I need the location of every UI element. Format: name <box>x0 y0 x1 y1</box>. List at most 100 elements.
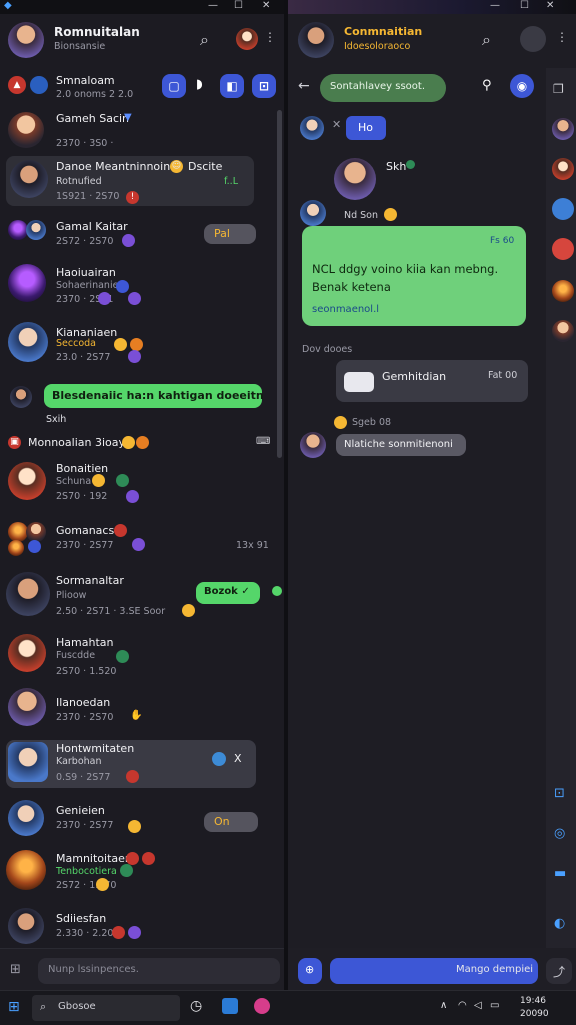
chat-name[interactable]: Mamnitoitaen <box>56 852 132 865</box>
search-icon[interactable]: ⌕ <box>200 30 209 50</box>
chat-name[interactable]: Genieien <box>56 804 105 817</box>
avatar[interactable] <box>26 220 46 240</box>
chat-name[interactable]: Haoiuairan <box>56 266 116 279</box>
app-taskbar-icon[interactable] <box>254 998 270 1014</box>
timer-icon[interactable]: ◷ <box>190 998 202 1014</box>
avatar[interactable] <box>6 850 46 890</box>
dismiss-button[interactable]: X <box>234 752 242 765</box>
chat-tab-button[interactable]: ▢ <box>162 74 186 98</box>
calls-tab-button[interactable]: ◧ <box>220 74 244 98</box>
account-avatar[interactable] <box>520 26 546 52</box>
pin-icon[interactable]: ⚲ <box>482 78 492 93</box>
sticker-icon <box>116 474 129 487</box>
sender-avatar[interactable] <box>300 432 326 458</box>
contact-avatar[interactable] <box>298 22 334 58</box>
rail-tool-icon[interactable]: ◐ <box>554 916 565 931</box>
chat-name[interactable]: Danoe Meantninnoin <box>56 160 170 173</box>
message-text: Ho <box>358 121 374 134</box>
emoji-icon <box>182 604 195 617</box>
maximize-icon[interactable]: ☐ <box>520 0 529 11</box>
clock-date[interactable]: 20090 <box>520 1009 549 1019</box>
app-taskbar-icon[interactable] <box>222 998 238 1014</box>
avatar[interactable] <box>8 220 28 240</box>
rail-tool-icon[interactable]: ⊡ <box>554 786 565 801</box>
avatar[interactable] <box>8 742 48 782</box>
sender-avatar[interactable] <box>334 158 376 200</box>
sender-avatar[interactable] <box>300 200 326 226</box>
battery-icon[interactable]: ▭ <box>490 1000 499 1011</box>
avatar[interactable] <box>8 634 46 672</box>
avatar[interactable] <box>8 908 44 944</box>
pin-icon[interactable]: ◗ <box>196 77 203 92</box>
minimize-icon[interactable]: — <box>490 0 500 11</box>
scrollbar[interactable] <box>277 110 282 458</box>
avatar[interactable] <box>10 160 48 198</box>
avatar[interactable] <box>8 688 46 726</box>
taskbar: ⊞ ⌕ Gbosoe ◷ ∧ ◠ ◁ ▭ 19:46 20090 <box>0 990 576 1025</box>
chat-name[interactable]: Gamal Kaitar <box>56 220 128 233</box>
rail-avatar[interactable] <box>552 320 574 342</box>
message-preview-bubble[interactable] <box>204 224 256 244</box>
tab-label[interactable]: Smnaloam <box>56 74 115 87</box>
minimize-icon[interactable]: — <box>208 0 218 11</box>
maximize-icon[interactable]: ☐ <box>234 0 243 11</box>
chat-name[interactable]: Sormanaltar <box>56 574 124 587</box>
keyboard-icon[interactable]: ⌨ <box>256 436 270 447</box>
avatar[interactable] <box>6 572 50 616</box>
chat-name[interactable]: Bonaitien <box>56 462 108 475</box>
card-title: Gemhitdian <box>382 370 447 383</box>
avatar[interactable] <box>8 522 28 542</box>
chat-name[interactable]: Sdiiesfan <box>56 912 106 925</box>
avatar[interactable] <box>10 386 32 408</box>
chat-time: f..L <box>224 176 238 187</box>
rail-avatar[interactable] <box>552 238 574 260</box>
message-link[interactable]: seonmaenol.l <box>312 304 379 315</box>
avatar[interactable] <box>8 112 44 148</box>
rail-item-icon[interactable]: ❐ <box>553 82 564 96</box>
avatar[interactable] <box>8 462 46 500</box>
search-icon[interactable]: ⌕ <box>482 30 491 50</box>
chat-name[interactable]: Gameh Sacin <box>56 112 129 125</box>
avatar[interactable] <box>8 322 48 362</box>
message-preview-bubble[interactable] <box>204 812 258 832</box>
rail-tool-icon[interactable]: ◎ <box>554 826 565 841</box>
avatar[interactable] <box>8 800 44 836</box>
profile-avatar[interactable] <box>8 22 44 58</box>
tray-chevron-icon[interactable]: ∧ <box>440 1000 447 1011</box>
chat-name[interactable]: Hamahtan <box>56 636 113 649</box>
taskbar-search[interactable] <box>32 995 180 1021</box>
account-avatar[interactable] <box>236 28 258 50</box>
avatar[interactable] <box>8 264 46 302</box>
close-icon[interactable]: ✕ <box>546 0 554 11</box>
reaction-label: Sgeb 08 <box>352 417 392 428</box>
more-icon[interactable]: ⋮ <box>556 30 568 44</box>
search-icon: ⌕ <box>40 1000 47 1013</box>
rail-avatar[interactable] <box>552 118 574 140</box>
taskbar-search-text: Gbosoe <box>58 1001 96 1012</box>
video-call-button[interactable]: ◉ <box>510 74 534 98</box>
start-icon[interactable]: ⊞ <box>8 999 20 1015</box>
chat-name[interactable]: Ilanoedan <box>56 696 110 709</box>
attach-icon: ⊕ <box>305 963 315 976</box>
chat-name[interactable]: Gomanacs <box>56 524 114 537</box>
attach-icon[interactable]: ⊞ <box>10 962 21 977</box>
more-icon[interactable]: ⋮ <box>264 30 276 44</box>
alert-icon <box>126 770 139 783</box>
group-name[interactable]: Monnoalian 3ioay <box>28 436 125 449</box>
rail-tool-icon[interactable]: ▬ <box>554 866 566 881</box>
wifi-icon[interactable]: ◠ <box>458 1000 467 1011</box>
avatar[interactable] <box>8 540 24 556</box>
emoji-icon <box>334 416 347 429</box>
close-icon[interactable]: ✕ <box>262 0 270 11</box>
sender-avatar[interactable] <box>300 116 324 140</box>
rail-avatar[interactable] <box>552 198 574 220</box>
chat-name[interactable]: Hontwmitaten <box>56 742 134 755</box>
clock-time[interactable]: 19:46 <box>520 996 546 1006</box>
rail-avatar[interactable] <box>552 158 574 180</box>
chat-badge: Dscite <box>188 160 223 173</box>
avatar[interactable] <box>26 522 46 542</box>
back-arrow-icon[interactable]: ← <box>298 78 310 94</box>
volume-icon[interactable]: ◁ <box>474 1000 482 1011</box>
status-tab-button[interactable]: ⊡ <box>252 74 276 98</box>
rail-avatar[interactable] <box>552 280 574 302</box>
